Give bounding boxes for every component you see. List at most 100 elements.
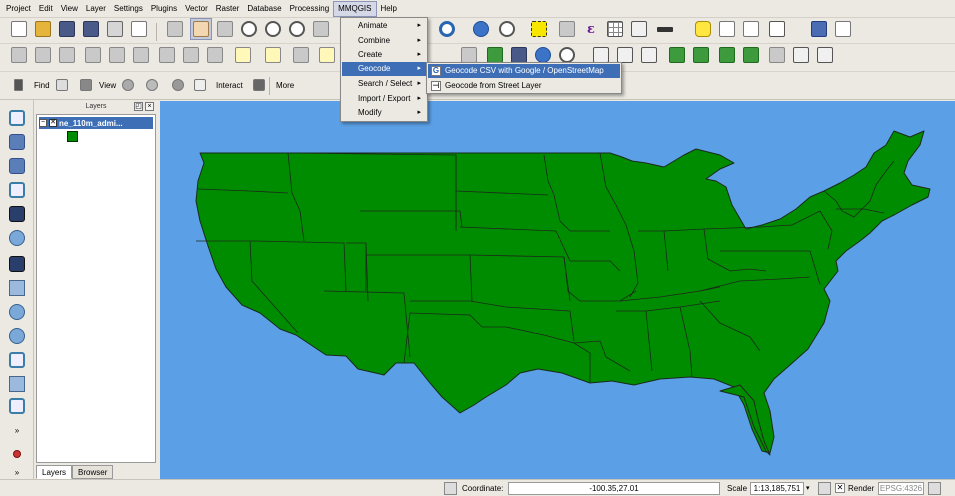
vector-tool-3-button[interactable] bbox=[638, 44, 660, 66]
view-sun-icon[interactable] bbox=[122, 79, 134, 91]
expand-toolbar-button[interactable]: » bbox=[7, 420, 27, 440]
pan-tool-button[interactable] bbox=[190, 18, 212, 40]
find-grid-icon[interactable] bbox=[80, 79, 92, 91]
menu-database[interactable]: Database bbox=[243, 1, 285, 17]
menu-vector[interactable]: Vector bbox=[181, 1, 212, 17]
whats-this-button[interactable] bbox=[832, 18, 854, 40]
menu-view[interactable]: View bbox=[57, 1, 82, 17]
lock-icon[interactable] bbox=[14, 79, 23, 91]
menu-item-geocode-csv[interactable]: G Geocode CSV with Google / OpenStreetMa… bbox=[428, 64, 620, 78]
menu-layer[interactable]: Layer bbox=[82, 1, 110, 17]
node-tool-button[interactable] bbox=[130, 44, 152, 66]
menu-item-combine[interactable]: Combine ▸ bbox=[342, 34, 426, 48]
add-vector-layer-button[interactable] bbox=[7, 108, 27, 128]
add-feature-button[interactable] bbox=[82, 44, 104, 66]
menu-item-create[interactable]: Create ▸ bbox=[342, 48, 426, 62]
gps-tool-button[interactable] bbox=[7, 444, 27, 464]
add-virtual-layer-button[interactable] bbox=[7, 374, 27, 394]
select-by-expression-button[interactable]: ε bbox=[580, 18, 602, 40]
save-edits-button[interactable] bbox=[56, 44, 78, 66]
measure-line-button[interactable] bbox=[654, 18, 676, 40]
highlight-labels-button[interactable] bbox=[316, 44, 338, 66]
messages-button[interactable] bbox=[928, 482, 941, 495]
menu-item-modify[interactable]: Modify ▸ bbox=[342, 106, 426, 120]
new-project-button[interactable] bbox=[8, 18, 30, 40]
new-shapefile-button[interactable] bbox=[7, 350, 27, 370]
map-canvas[interactable] bbox=[160, 101, 955, 479]
tab-layers[interactable]: Layers bbox=[36, 465, 73, 479]
float-panel-button[interactable]: ◰ bbox=[134, 102, 143, 111]
close-panel-button[interactable]: × bbox=[145, 102, 154, 111]
render-checkbox[interactable]: ✕ bbox=[835, 483, 845, 493]
menu-raster[interactable]: Raster bbox=[212, 1, 244, 17]
scale-combobox[interactable]: 1:13,185,751 bbox=[750, 482, 804, 495]
new-print-composer-button[interactable] bbox=[104, 18, 126, 40]
add-wfs-layer-button[interactable] bbox=[7, 302, 27, 322]
menu-item-import-export[interactable]: Import / Export ▸ bbox=[342, 92, 426, 106]
menu-item-search-select[interactable]: Search / Select ▸ bbox=[342, 77, 426, 91]
menu-help[interactable]: Help bbox=[377, 1, 401, 17]
text-annotation-button[interactable] bbox=[766, 18, 788, 40]
map-tips-button[interactable] bbox=[692, 18, 714, 40]
vector-tool-10-button[interactable] bbox=[814, 44, 836, 66]
add-delimited-text-button[interactable] bbox=[7, 326, 27, 346]
add-wcs-layer-button[interactable] bbox=[7, 278, 27, 298]
identify-button[interactable] bbox=[470, 18, 492, 40]
move-feature-button[interactable] bbox=[106, 44, 128, 66]
interact-doc-icon[interactable] bbox=[253, 79, 265, 91]
zoom-in-button[interactable] bbox=[238, 18, 260, 40]
menu-project[interactable]: Project bbox=[2, 1, 35, 17]
scale-dropdown-arrow-icon[interactable]: ▾ bbox=[806, 482, 814, 495]
menu-plugins[interactable]: Plugins bbox=[147, 1, 181, 17]
refresh-button[interactable] bbox=[436, 18, 458, 40]
menu-item-geocode[interactable]: Geocode ▸ bbox=[342, 62, 426, 76]
pan-to-selection-button[interactable] bbox=[214, 18, 236, 40]
label-tool-button[interactable] bbox=[262, 44, 284, 66]
crs-status-button[interactable]: EPSG:4326 bbox=[878, 482, 924, 495]
layer-row[interactable]: − ✕ ne_110m_admi... bbox=[39, 117, 153, 129]
pan-map-button[interactable] bbox=[164, 18, 186, 40]
add-spatialite-layer-button[interactable] bbox=[7, 180, 27, 200]
interact-link-icon[interactable] bbox=[194, 79, 206, 91]
stop-render-button[interactable] bbox=[818, 482, 831, 495]
add-wms-layer-button[interactable] bbox=[7, 254, 27, 274]
view-light-icon[interactable] bbox=[146, 79, 158, 91]
new-layer-dropdown-button[interactable] bbox=[7, 396, 27, 416]
deselect-button[interactable] bbox=[556, 18, 578, 40]
copy-features-button[interactable] bbox=[180, 44, 202, 66]
vector-tool-6-button[interactable] bbox=[716, 44, 738, 66]
layer-visibility-checkbox[interactable]: ✕ bbox=[49, 119, 57, 127]
zoom-actual-size-button[interactable] bbox=[286, 18, 308, 40]
composer-manager-button[interactable] bbox=[128, 18, 150, 40]
save-project-button[interactable] bbox=[56, 18, 78, 40]
run-action-button[interactable] bbox=[496, 18, 518, 40]
zoom-full-button[interactable] bbox=[310, 18, 332, 40]
coordinate-field[interactable]: -100.35,27.01 bbox=[508, 482, 720, 495]
menu-edit[interactable]: Edit bbox=[35, 1, 57, 17]
coordinate-toggle-button[interactable] bbox=[444, 482, 457, 495]
open-project-button[interactable] bbox=[32, 18, 54, 40]
pin-labels-button[interactable] bbox=[290, 44, 312, 66]
zoom-out-button[interactable] bbox=[262, 18, 284, 40]
menu-settings[interactable]: Settings bbox=[110, 1, 147, 17]
new-bookmark-button[interactable] bbox=[716, 18, 738, 40]
add-postgis-layer-button[interactable] bbox=[7, 156, 27, 176]
cut-features-button[interactable] bbox=[156, 44, 178, 66]
find-search-icon[interactable] bbox=[56, 79, 68, 91]
vector-tool-9-button[interactable] bbox=[790, 44, 812, 66]
menu-item-animate[interactable]: Animate ▸ bbox=[342, 19, 426, 33]
select-features-button[interactable] bbox=[528, 18, 550, 40]
vector-tool-4-button[interactable] bbox=[666, 44, 688, 66]
show-bookmarks-button[interactable] bbox=[740, 18, 762, 40]
vector-tool-7-button[interactable] bbox=[740, 44, 762, 66]
menu-processing[interactable]: Processing bbox=[286, 1, 334, 17]
add-oracle-layer-button[interactable] bbox=[7, 228, 27, 248]
add-mssql-layer-button[interactable] bbox=[7, 204, 27, 224]
vector-tool-8-button[interactable] bbox=[766, 44, 788, 66]
vector-tool-5-button[interactable] bbox=[690, 44, 712, 66]
tab-browser[interactable]: Browser bbox=[72, 465, 114, 479]
field-calculator-button[interactable] bbox=[628, 18, 650, 40]
view-pin-icon[interactable] bbox=[172, 79, 184, 91]
collapse-icon[interactable]: − bbox=[39, 119, 47, 127]
add-raster-layer-button[interactable] bbox=[7, 132, 27, 152]
